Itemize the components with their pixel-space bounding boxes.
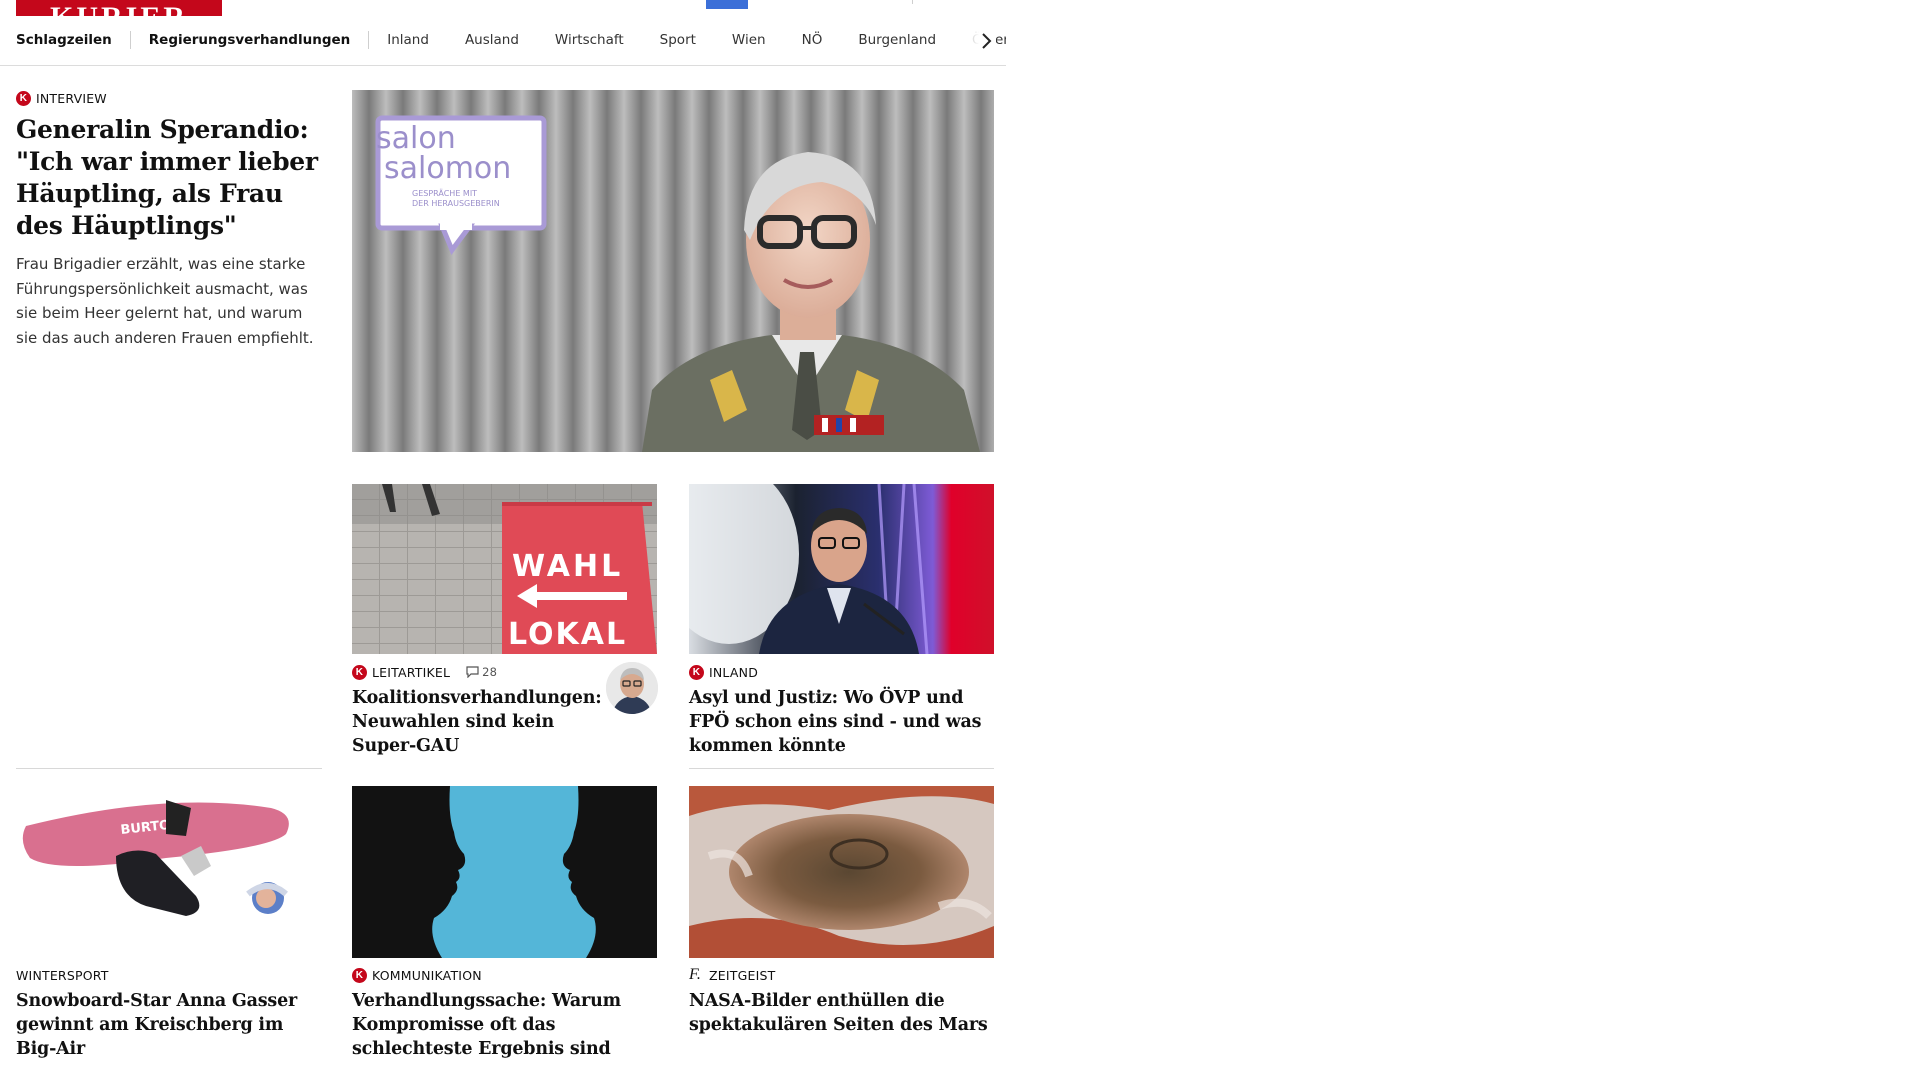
kurier-k-icon: K [689, 664, 704, 680]
hero-image[interactable]: salon salomon GESPRÄCHE MIT DER HERAUSGE… [352, 90, 994, 452]
author-avatar-graphic [606, 662, 658, 714]
wahllokal-photo-graphic: WAHL LOKAL [352, 484, 657, 654]
article-inland[interactable]: K INLAND Asyl und Justiz: Wo ÖVP und FPÖ… [689, 664, 999, 758]
chevron-right-icon[interactable] [976, 31, 996, 51]
nav-item-noe[interactable]: NÖ [784, 32, 841, 48]
nav-item-inland[interactable]: Inland [369, 32, 447, 48]
kurier-k-icon: K [352, 967, 367, 983]
section-nav-items: Schlagzeilen Regierungsverhandlungen Inl… [0, 28, 1006, 52]
silhouettes-graphic [352, 786, 657, 958]
kurier-k-icon: K [352, 664, 367, 680]
divider [16, 768, 322, 769]
hero-kicker-label: INTERVIEW [36, 90, 107, 106]
svg-text:DER HERAUSGEBERIN: DER HERAUSGEBERIN [412, 199, 500, 208]
svg-text:salomon: salomon [384, 151, 511, 186]
hero-teaser: Frau Brigadier erzählt, was eine starke … [16, 255, 314, 347]
author-avatar[interactable] [606, 662, 658, 714]
leitartikel-headline[interactable]: Koalitionsverhandlungen: Neuwahlen sind … [352, 686, 602, 758]
nav-item-sport[interactable]: Sport [642, 32, 714, 48]
kurier-logo[interactable]: KURIER [16, 0, 222, 16]
hero-headline[interactable]: Generalin Sperandio: "Ich war immer lieb… [16, 114, 326, 242]
snowboard-photo-graphic: BURTON [16, 786, 322, 958]
nav-item-wirtschaft[interactable]: Wirtschaft [537, 32, 642, 48]
comment-count-value: 28 [482, 665, 498, 679]
article-kommunikation[interactable]: K KOMMUNIKATION Verhandlungssache: Warum… [352, 967, 657, 1061]
kurier-k-icon: K [16, 90, 31, 106]
inland-headline[interactable]: Asyl und Justiz: Wo ÖVP und FPÖ schon ei… [689, 686, 999, 758]
article-image-wahllokal[interactable]: WAHL LOKAL [352, 484, 657, 654]
kommunikation-kicker-label: KOMMUNIKATION [372, 967, 482, 983]
top-bar-divider [912, 0, 913, 4]
wintersport-kicker: WINTERSPORT [16, 967, 322, 983]
nav-item-burgenland[interactable]: Burgenland [840, 32, 954, 48]
speaker-photo-graphic [689, 484, 994, 654]
article-wintersport[interactable]: WINTERSPORT Snowboard-Star Anna Gasser g… [16, 967, 322, 1061]
article-leitartikel[interactable]: K LEITARTIKEL 28 Koalitionsverhandlungen… [352, 664, 602, 758]
zeitgeist-headline[interactable]: NASA-Bilder enthüllen die spekta­kulären… [689, 989, 994, 1037]
zeitgeist-kicker-label: ZEITGEIST [709, 967, 776, 983]
nav-item-schlagzeilen[interactable]: Schlagzeilen [0, 32, 130, 48]
kommunikation-headline[interactable]: Verhandlungssache: Warum Kom­promisse of… [352, 989, 657, 1061]
comment-count[interactable]: 28 [466, 665, 497, 679]
hero-article[interactable]: K INTERVIEW Generalin Sperandio: "Ich wa… [16, 90, 326, 350]
zeitgeist-kicker: f. ZEITGEIST [689, 966, 994, 983]
comment-icon [466, 666, 479, 678]
nav-item-wien[interactable]: Wien [714, 32, 784, 48]
divider [689, 768, 994, 769]
leitartikel-kicker-label: LEITARTIKEL [372, 664, 451, 680]
top-bar-button[interactable] [706, 0, 748, 9]
svg-text:WAHL: WAHL [512, 549, 623, 584]
article-image-silhouettes[interactable] [352, 786, 657, 958]
wintersport-kicker-label: WINTERSPORT [16, 967, 109, 983]
freizeit-f-icon: f. [689, 966, 702, 983]
article-image-snowboard[interactable]: BURTON [16, 786, 322, 958]
hero-photo-graphic: salon salomon GESPRÄCHE MIT DER HERAUSGE… [352, 90, 994, 452]
svg-text:LOKAL: LOKAL [508, 617, 627, 652]
svg-text:GESPRÄCHE MIT: GESPRÄCHE MIT [412, 188, 477, 198]
section-nav: Schlagzeilen Regierungsverhandlungen Inl… [0, 28, 1006, 66]
nav-item-ausland[interactable]: Ausland [447, 32, 537, 48]
article-image-speaker[interactable] [689, 484, 994, 654]
leitartikel-kicker: K LEITARTIKEL 28 [352, 664, 592, 680]
wintersport-headline[interactable]: Snowboard-Star Anna Gasser ge­winnt am K… [16, 989, 322, 1061]
article-image-mars[interactable] [689, 786, 994, 958]
inland-kicker: K INLAND [689, 664, 999, 680]
article-zeitgeist[interactable]: f. ZEITGEIST NASA-Bilder enthüllen die s… [689, 966, 994, 1037]
page: KURIER Schlagzeilen Regierungsverhandlun… [0, 0, 1920, 1080]
mars-photo-graphic [689, 786, 994, 958]
hero-kicker: K INTERVIEW [16, 90, 326, 106]
inland-kicker-label: INLAND [709, 664, 759, 680]
nav-item-regierungsverhandlungen[interactable]: Regierungsverhandlungen [131, 32, 368, 48]
kommunikation-kicker: K KOMMUNIKATION [352, 967, 657, 983]
